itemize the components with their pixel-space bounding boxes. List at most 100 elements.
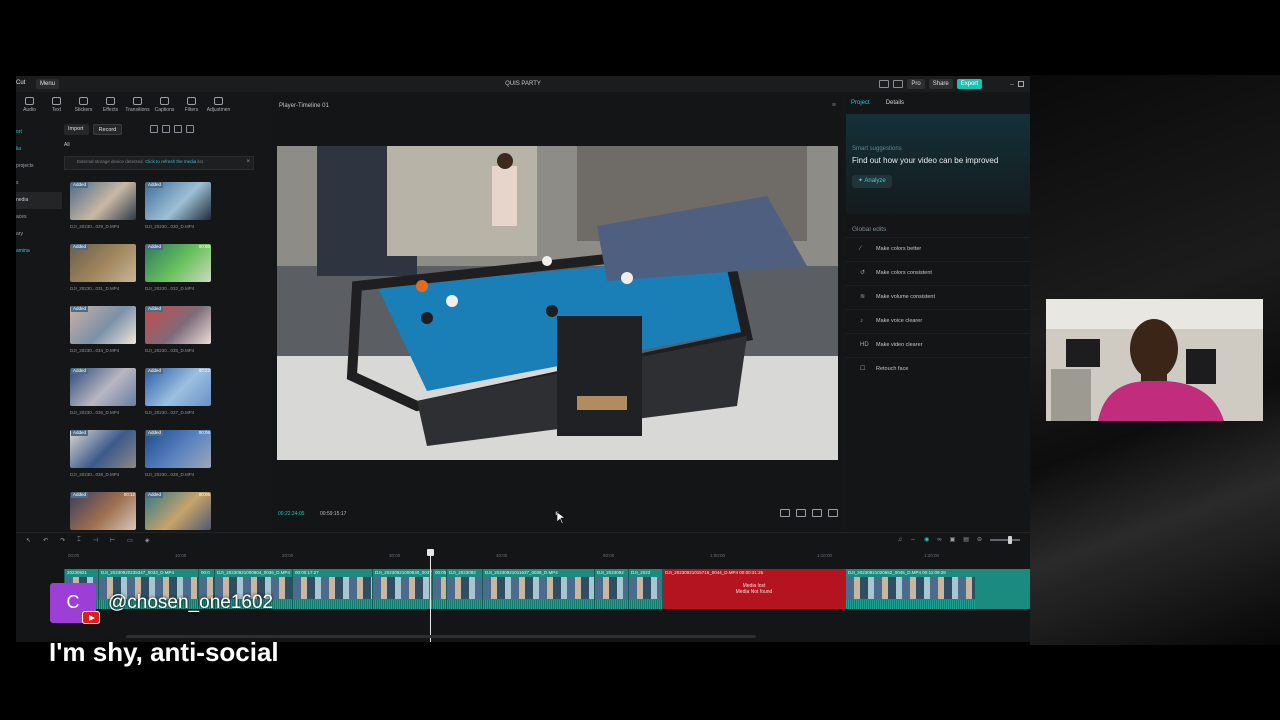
marker-icon[interactable]: ◈	[145, 537, 150, 544]
menu-icon[interactable]: ≡	[832, 102, 836, 109]
added-badge: Added	[71, 368, 89, 374]
media-sidebar: ort lia projects s nedia aces ary amina	[16, 124, 62, 544]
split-left-icon[interactable]: ⊣	[93, 537, 98, 544]
timeline-clip[interactable]: DJI_20230921020652_0045_D.MP4 00:11:09:2…	[845, 569, 975, 609]
media-thumbnail[interactable]: Added	[70, 368, 136, 406]
nav-import[interactable]: ort	[16, 124, 62, 141]
quality-icon[interactable]	[812, 509, 822, 517]
tool-captions[interactable]: Captions	[151, 94, 178, 116]
sort-icon[interactable]	[174, 125, 183, 133]
link-icon[interactable]: ⇔	[910, 537, 916, 543]
storage-alert: External storage device detected. Click …	[64, 156, 254, 170]
timeline-clip[interactable]: DJI_2023092	[446, 569, 482, 609]
crop-icon[interactable]	[796, 509, 806, 517]
redo-icon[interactable]: ↷	[60, 537, 65, 544]
clip-duration: 00:22	[198, 368, 210, 373]
edit-retouch-face[interactable]: ☐ Retouch face	[846, 357, 1030, 379]
filter-icon[interactable]	[186, 125, 195, 133]
nav-stock-media[interactable]: nedia	[16, 192, 62, 209]
clip-duration: 00:06	[198, 430, 210, 435]
avatar: C	[50, 583, 100, 624]
timeline-clip[interactable]: DJI_20230921000830_0037_D.MP4	[372, 569, 432, 609]
magnet-icon[interactable]: ◉	[924, 536, 929, 543]
search-icon[interactable]	[150, 125, 159, 133]
analyze-button[interactable]: ✦ Analyze	[852, 175, 892, 188]
ratio-icon[interactable]	[780, 509, 790, 517]
timeline-clip[interactable]: DJI_2023	[628, 569, 662, 609]
edit-video-clearer[interactable]: HD Make video clearer	[846, 333, 1030, 355]
media-thumbnail[interactable]: Added 00:12	[70, 492, 136, 530]
import-button[interactable]: Import	[64, 123, 89, 135]
timeline-clip[interactable]: DJI_20230921011637_0039_D.MP4	[482, 569, 594, 609]
nav-lumina[interactable]: amina	[16, 243, 62, 260]
media-thumbnail[interactable]: Added 00:06	[145, 430, 211, 468]
nav-media[interactable]: lia	[16, 141, 62, 158]
edit-voice-clearer[interactable]: ♪ Make voice clearer	[846, 309, 1030, 331]
tool-text[interactable]: Text	[43, 94, 70, 116]
pro-button[interactable]: Pro	[907, 79, 925, 89]
nav-library[interactable]: ary	[16, 226, 62, 243]
close-icon[interactable]: ×	[246, 159, 250, 165]
media-thumbnail[interactable]: Added	[145, 306, 211, 344]
video-preview[interactable]	[277, 146, 838, 460]
tool-effects[interactable]: Effects	[97, 94, 124, 116]
ruler-tick-label: 10:00	[175, 553, 187, 558]
media-thumbnail[interactable]: Added	[70, 306, 136, 344]
edit-colors-better[interactable]: ⁄ Make colors better	[846, 237, 1030, 259]
delete-icon[interactable]: ▭	[127, 537, 133, 544]
select-tool-icon[interactable]: ↖	[26, 537, 31, 544]
tool-stickers[interactable]: Stickers	[70, 94, 97, 116]
tab-details[interactable]: Details	[886, 100, 904, 106]
tool-transitions[interactable]: Transitions	[124, 94, 151, 116]
media-thumbnail[interactable]: Added	[70, 430, 136, 468]
ruler-tick-label: 1:00:00	[710, 553, 726, 558]
media-thumbnail[interactable]: Added 00:22	[145, 368, 211, 406]
layout-icon[interactable]	[879, 80, 890, 88]
playhead[interactable]	[427, 549, 434, 642]
media-thumbnail[interactable]: Added	[70, 182, 136, 220]
media-thumbnail[interactable]: Added	[70, 244, 136, 282]
shortcut-icon[interactable]	[893, 80, 904, 88]
split-right-icon[interactable]: ⊢	[110, 537, 115, 544]
chain-icon[interactable]: ∞	[937, 537, 941, 543]
timeline-clip[interactable]: DJI_2023092	[594, 569, 628, 609]
tool-adjustment[interactable]: Adjustmen	[205, 94, 232, 116]
zoom-out-icon[interactable]: ⊖	[977, 536, 982, 543]
tool-filters[interactable]: Filters	[178, 94, 205, 116]
clip-label: DJI_20230921020652_0045_D.MP4 00:11:09:2…	[848, 570, 946, 575]
maximize-icon[interactable]	[1018, 81, 1024, 87]
split-icon[interactable]: ⌶	[77, 537, 81, 544]
player-panel: Player-Timeline 01 ≡ 00:22:24:05 00:59:1…	[272, 94, 842, 532]
fullscreen-icon[interactable]	[828, 509, 838, 517]
missing-clip[interactable]: DJI_20230921015716_0044_D.MP4 00:00:31:2…	[662, 569, 845, 609]
mic-icon[interactable]: ♫	[898, 537, 903, 543]
refresh-media-link[interactable]: Click to refresh the media	[145, 159, 196, 164]
edit-volume-consistent[interactable]: ≋ Make volume consistent	[846, 285, 1030, 307]
stream-frame: Cut Menu QUIS PARTY Pro Share Export – A…	[0, 0, 1280, 720]
share-button[interactable]: Share	[928, 79, 953, 89]
zoom-slider[interactable]	[990, 535, 1020, 544]
edit-colors-consistent[interactable]: ↺ Make colors consistent	[846, 261, 1030, 283]
undo-icon[interactable]: ↶	[43, 537, 48, 544]
timeline-clip[interactable]: 00:00:17:27	[292, 569, 372, 609]
nav-spaces-2[interactable]: aces	[16, 209, 62, 226]
timeline-clip[interactable]: 00:05	[432, 569, 446, 609]
media-thumbnail[interactable]: Added 00:50	[145, 244, 211, 282]
export-button[interactable]: Export	[956, 79, 983, 89]
ruler-tick-label: 30:00	[389, 553, 401, 558]
fit-icon[interactable]: ▤	[963, 536, 969, 543]
record-button[interactable]: Record	[92, 123, 123, 135]
media-thumbnail[interactable]: Added 00:06	[145, 492, 211, 530]
minimize-icon[interactable]: –	[1010, 81, 1014, 88]
nav-projects[interactable]: projects	[16, 158, 62, 175]
tab-project[interactable]: Project	[851, 100, 870, 106]
wand-icon: ⁄	[860, 246, 862, 252]
nav-spaces[interactable]: s	[16, 175, 62, 192]
media-filename: DJI_20230...031_D.MP4	[70, 286, 120, 291]
media-thumbnail[interactable]: Added	[145, 182, 211, 220]
grid-view-icon[interactable]	[162, 125, 171, 133]
global-edits-title: Global edits	[852, 226, 887, 233]
tool-audio[interactable]: Audio	[16, 94, 43, 116]
filter-all[interactable]: All	[64, 142, 268, 148]
preview-axis-icon[interactable]: ▣	[950, 536, 956, 543]
